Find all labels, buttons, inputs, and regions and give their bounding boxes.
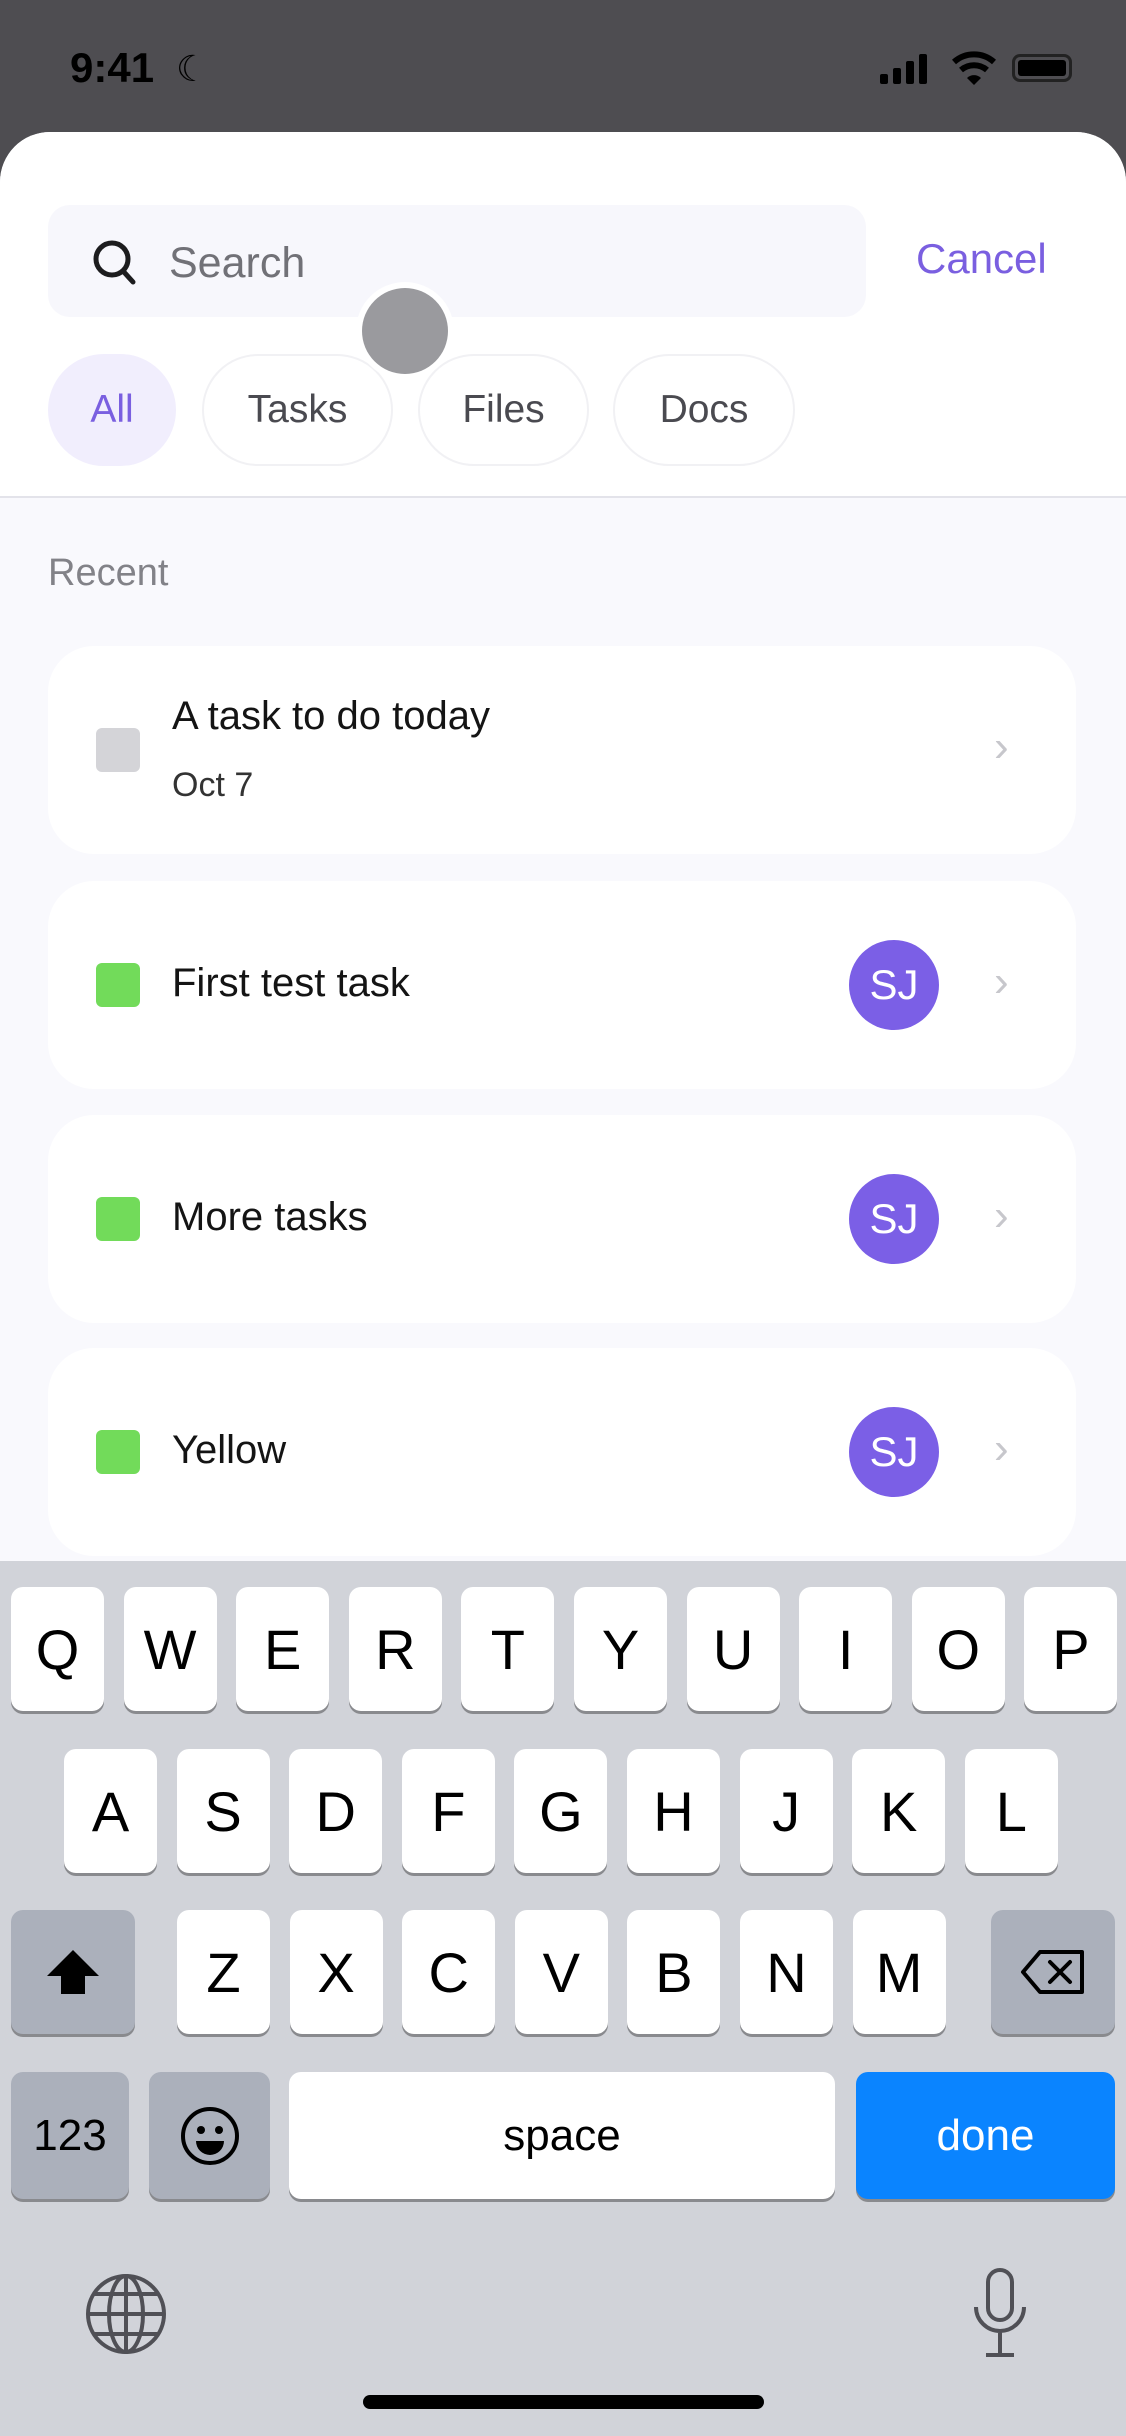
avatar: SJ xyxy=(849,940,939,1030)
done-key[interactable]: done xyxy=(856,2072,1115,2199)
chevron-right-icon: › xyxy=(994,1424,1009,1473)
key-d[interactable]: D xyxy=(289,1749,383,1873)
search-icon xyxy=(93,240,136,285)
key-y[interactable]: Y xyxy=(574,1587,667,1711)
key-p[interactable]: P xyxy=(1024,1587,1118,1711)
battery-icon xyxy=(1012,54,1072,82)
list-item[interactable]: Yellow SJ › xyxy=(48,1348,1076,1556)
key-s[interactable]: S xyxy=(176,1749,270,1873)
key-r[interactable]: R xyxy=(348,1587,442,1711)
keyboard: 123 space done QWERTYUIOP ASDFGHJKL ZXCVBN… xyxy=(0,1561,1126,2436)
item-date: Oct 7 xyxy=(172,766,254,804)
search-input[interactable]: Search xyxy=(48,205,866,317)
task-status-square xyxy=(96,1197,140,1241)
item-title: More tasks xyxy=(172,1195,368,1239)
touch-indicator xyxy=(362,288,448,374)
key-x[interactable]: X xyxy=(289,1910,383,2034)
space-key[interactable]: space xyxy=(289,2072,835,2199)
chevron-right-icon: › xyxy=(994,722,1009,771)
emoji-key[interactable] xyxy=(149,2072,270,2199)
search-placeholder: Search xyxy=(169,239,306,287)
filter-tasks[interactable]: Tasks xyxy=(202,354,393,466)
key-g[interactable]: G xyxy=(514,1749,608,1873)
key-v[interactable]: V xyxy=(514,1910,608,2034)
key-o[interactable]: O xyxy=(911,1587,1005,1711)
filter-docs[interactable]: Docs xyxy=(613,354,795,466)
emoji-icon xyxy=(180,2106,239,2165)
globe-icon[interactable] xyxy=(84,2272,168,2356)
key-e[interactable]: E xyxy=(236,1587,330,1711)
key-i[interactable]: I xyxy=(799,1587,893,1711)
item-title: A task to do today xyxy=(172,694,490,738)
cancel-button[interactable]: Cancel xyxy=(916,235,1047,283)
filter-files[interactable]: Files xyxy=(418,354,589,466)
key-q[interactable]: Q xyxy=(11,1587,104,1711)
avatar: SJ xyxy=(849,1174,939,1264)
numbers-key[interactable]: 123 xyxy=(11,2072,129,2199)
task-status-square xyxy=(96,1430,140,1474)
key-t[interactable]: T xyxy=(461,1587,555,1711)
key-a[interactable]: A xyxy=(64,1749,157,1873)
shift-icon xyxy=(47,1950,99,1994)
key-l[interactable]: L xyxy=(964,1749,1058,1873)
avatar: SJ xyxy=(849,1407,939,1497)
microphone-icon[interactable] xyxy=(970,2267,1030,2361)
key-n[interactable]: N xyxy=(740,1910,833,2034)
home-indicator xyxy=(363,2395,764,2409)
key-u[interactable]: U xyxy=(686,1587,780,1711)
key-h[interactable]: H xyxy=(627,1749,720,1873)
wifi-icon xyxy=(952,51,996,85)
item-title: First test task xyxy=(172,961,410,1005)
task-status-square xyxy=(96,963,140,1007)
key-f[interactable]: F xyxy=(401,1749,495,1873)
search-header: Search Cancel All Tasks Files Docs xyxy=(0,132,1126,498)
item-title: Yellow xyxy=(172,1428,287,1472)
cellular-signal-icon xyxy=(880,52,927,84)
key-z[interactable]: Z xyxy=(177,1910,270,2034)
backspace-icon xyxy=(1021,1950,1084,1994)
key-j[interactable]: J xyxy=(739,1749,833,1873)
chevron-right-icon: › xyxy=(994,957,1009,1006)
key-w[interactable]: W xyxy=(123,1587,217,1711)
chevron-right-icon: › xyxy=(994,1191,1009,1240)
list-item[interactable]: First test task SJ › xyxy=(48,881,1076,1089)
list-item[interactable]: More tasks SJ › xyxy=(48,1115,1076,1323)
clock: 9:41 xyxy=(70,44,155,91)
key-m[interactable]: M xyxy=(852,1910,946,2034)
section-title: Recent xyxy=(48,552,169,594)
backspace-key[interactable] xyxy=(991,1910,1115,2034)
focus-moon-icon: ☾ xyxy=(176,48,209,89)
key-b[interactable]: B xyxy=(627,1910,721,2034)
status-bar: 9:41 ☾ xyxy=(0,0,1126,132)
key-k[interactable]: K xyxy=(852,1749,946,1873)
shift-key[interactable] xyxy=(11,1910,135,2034)
key-c[interactable]: C xyxy=(402,1910,496,2034)
task-status-square xyxy=(96,728,140,772)
list-item[interactable]: A task to do today Oct 7 › xyxy=(48,646,1076,854)
filter-all[interactable]: All xyxy=(48,354,176,466)
